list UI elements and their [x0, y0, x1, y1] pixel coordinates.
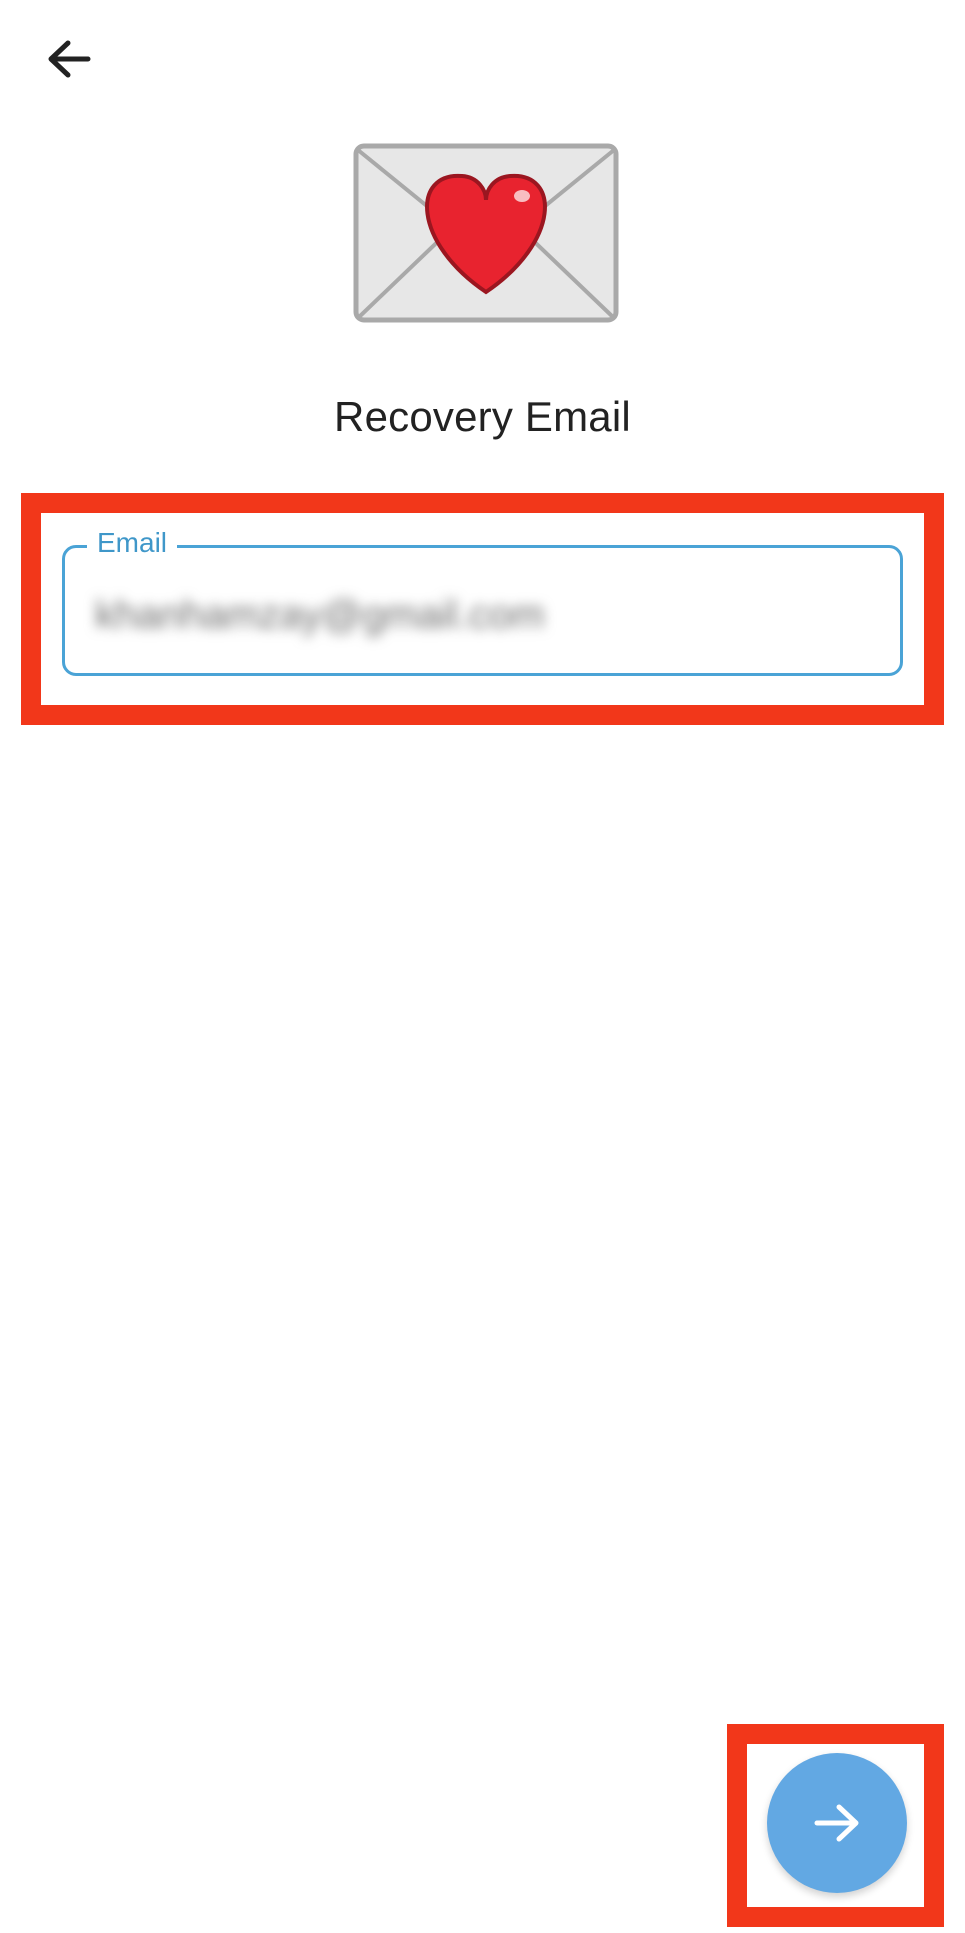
email-field-label: Email [87, 526, 178, 560]
back-button[interactable] [30, 20, 108, 98]
page-title: Recovery Email [334, 393, 631, 440]
arrow-left-icon [48, 40, 91, 78]
envelope-heart-icon [353, 143, 619, 323]
email-input[interactable] [95, 588, 855, 642]
next-button[interactable] [767, 1753, 907, 1893]
arrow-right-icon [814, 1804, 859, 1842]
email-field[interactable]: Email [62, 526, 903, 676]
